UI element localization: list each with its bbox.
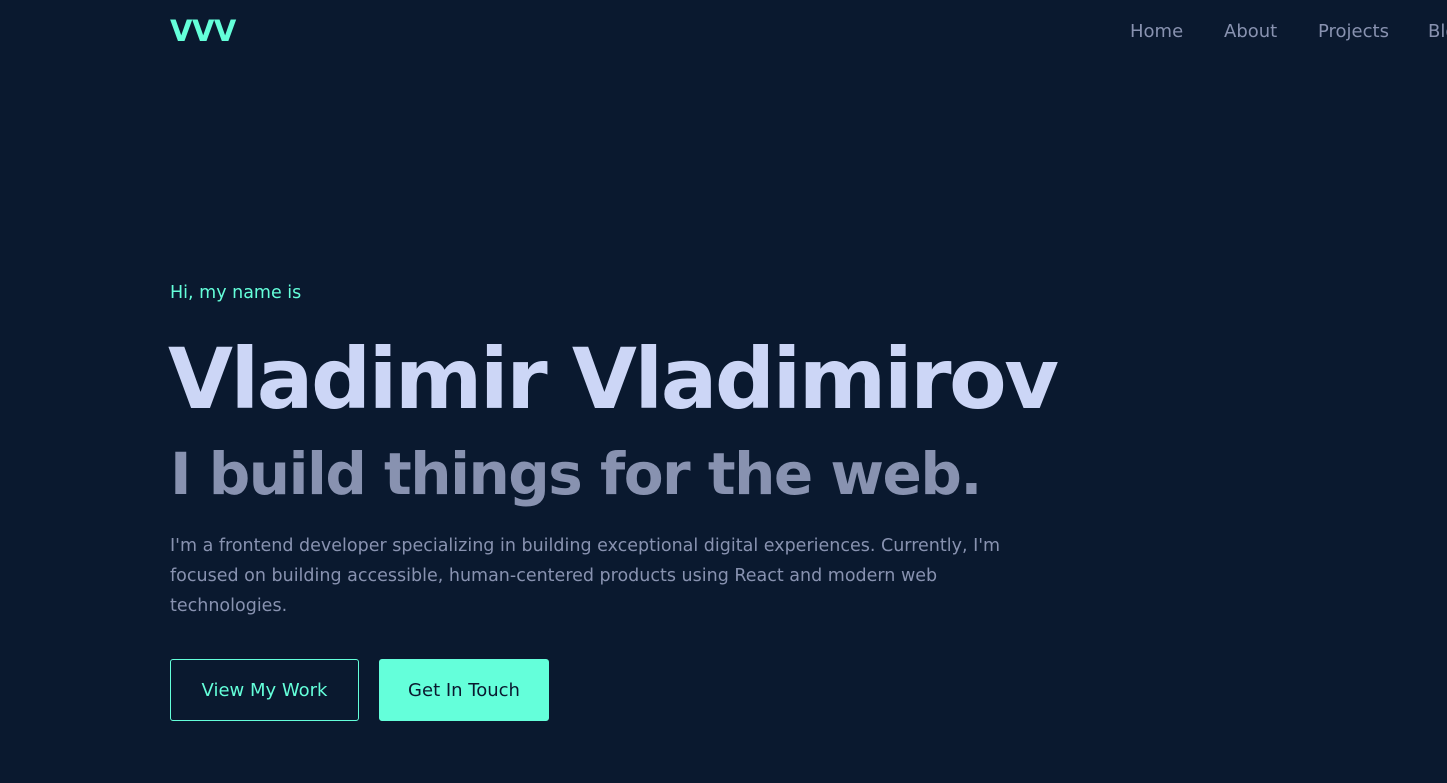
hero-intro: Hi, my name is — [170, 283, 302, 303]
nav-link-about[interactable]: About — [1224, 21, 1277, 42]
get-in-touch-button[interactable]: Get In Touch — [379, 659, 549, 721]
hero-name: Vladimir Vladimirov — [168, 330, 1059, 428]
nav-link-projects[interactable]: Projects — [1318, 21, 1389, 42]
portfolio-page: VVV Home About Projects Blog Hi, my name… — [0, 0, 1447, 783]
nav-link-blog[interactable]: Blog — [1428, 21, 1447, 42]
hero-tagline: I build things for the web. — [170, 440, 982, 508]
view-my-work-button[interactable]: View My Work — [170, 659, 359, 721]
nav-link-home[interactable]: Home — [1130, 21, 1183, 42]
hero-bio: I'm a frontend developer specializing in… — [170, 536, 1001, 616]
site-logo[interactable]: VVV — [170, 14, 236, 48]
